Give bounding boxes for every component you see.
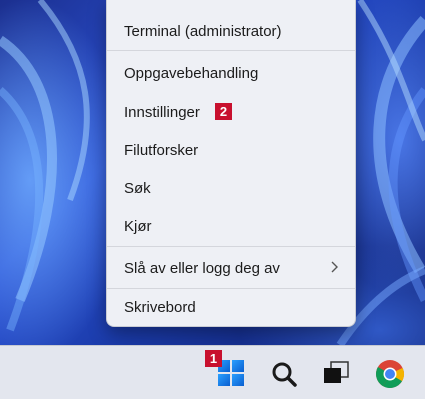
menu-item-file-explorer[interactable]: Filutforsker: [124, 142, 198, 160]
menu-separator: [107, 246, 355, 247]
menu-separator: [107, 288, 355, 289]
chevron-right-icon: [331, 261, 338, 273]
chrome-icon[interactable]: [375, 359, 405, 389]
menu-item-run[interactable]: Kjør: [124, 218, 152, 236]
task-view-icon[interactable]: [322, 360, 350, 386]
menu-item-terminal-admin[interactable]: Terminal (administrator): [124, 23, 282, 41]
search-icon[interactable]: [270, 360, 298, 388]
menu-item-shutdown-signout[interactable]: Slå av eller logg deg av: [124, 260, 280, 278]
menu-separator: [107, 50, 355, 51]
menu-item-task-manager[interactable]: Oppgavebehandling: [124, 65, 258, 83]
menu-item-settings[interactable]: Innstillinger: [124, 104, 200, 122]
annotation-badge-1: 1: [205, 350, 222, 367]
winx-context-menu: Terminal (administrator) Oppgavebehandli…: [106, 0, 356, 327]
menu-item-search[interactable]: Søk: [124, 180, 151, 198]
menu-item-desktop[interactable]: Skrivebord: [124, 299, 196, 317]
annotation-badge-2: 2: [215, 103, 232, 120]
